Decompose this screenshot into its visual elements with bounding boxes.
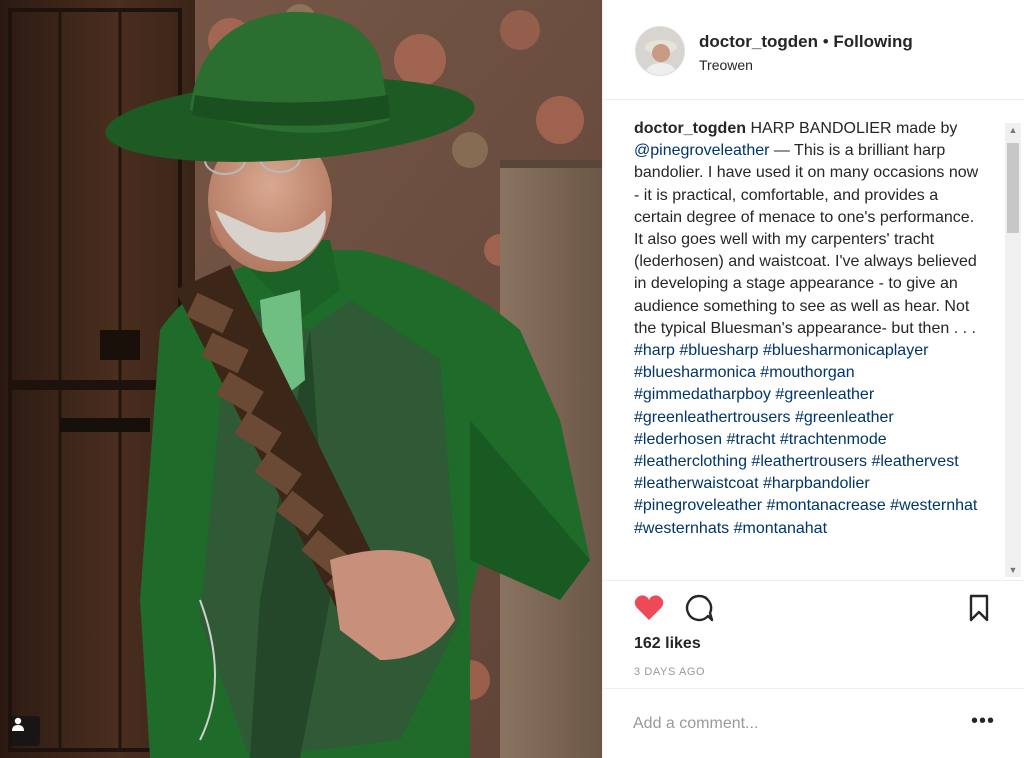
header-line: doctor_togden • Following	[699, 32, 913, 52]
photo-illustration	[0, 0, 602, 758]
add-comment-bar: •••	[603, 688, 1024, 758]
post-side-panel: doctor_togden • Following Treowen doctor…	[602, 0, 1024, 758]
username-link[interactable]: doctor_togden	[699, 32, 818, 51]
post-photo[interactable]	[0, 0, 602, 758]
likes-count[interactable]: 162 likes	[634, 635, 701, 653]
caption-mention[interactable]: @pinegroveleather	[634, 142, 769, 159]
more-options-ellipsis-icon[interactable]: •••	[971, 711, 995, 731]
scrollbar[interactable]: ▲ ▼	[1005, 123, 1021, 577]
avatar[interactable]	[635, 26, 685, 76]
caption-username[interactable]: doctor_togden	[634, 120, 746, 137]
like-button[interactable]	[632, 591, 666, 625]
scroll-up-arrow-icon[interactable]: ▲	[1005, 123, 1021, 137]
comments-scroll-area[interactable]: doctor_togden HARP BANDOLIER made by @pi…	[603, 101, 1024, 579]
caption-text-2: — This is a brilliant harp bandolier. I …	[634, 142, 979, 337]
post-header: doctor_togden • Following Treowen	[603, 0, 1024, 100]
scroll-down-arrow-icon[interactable]: ▼	[1005, 563, 1021, 577]
caption-text-1: HARP BANDOLIER made by	[746, 120, 958, 137]
separator-dot: •	[818, 32, 834, 51]
location-link[interactable]: Treowen	[699, 57, 753, 73]
caption-hashtags[interactable]: #harp #bluesharp #bluesharmonicaplayer #…	[634, 342, 977, 537]
save-button[interactable]	[962, 591, 996, 625]
post-actions: 162 likes 3 DAYS AGO	[603, 580, 1024, 705]
comment-input[interactable]	[633, 709, 953, 739]
tagged-person-icon[interactable]	[10, 716, 40, 746]
speech-bubble-icon	[685, 594, 714, 622]
caption: doctor_togden HARP BANDOLIER made by @pi…	[634, 118, 984, 540]
post-timestamp[interactable]: 3 DAYS AGO	[634, 666, 705, 678]
following-button[interactable]: Following	[833, 32, 912, 51]
scroll-thumb[interactable]	[1007, 143, 1019, 233]
comment-button[interactable]	[682, 591, 716, 625]
heart-filled-icon	[634, 595, 664, 620]
bookmark-icon	[969, 594, 989, 622]
